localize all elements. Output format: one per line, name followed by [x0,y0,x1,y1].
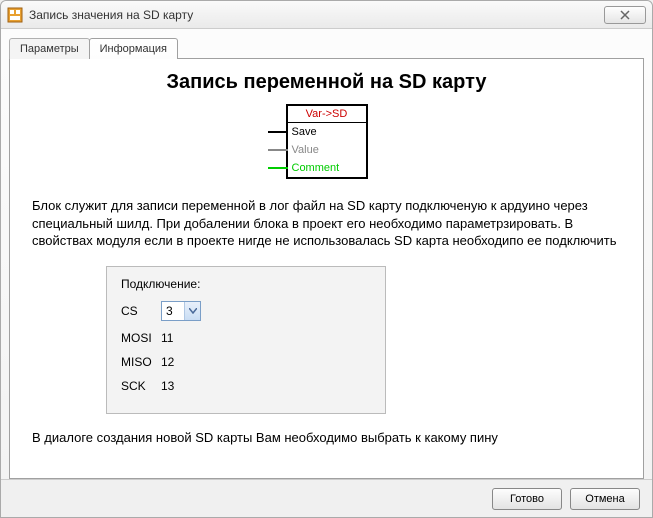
block-pin-comment: Comment [288,159,366,177]
pin-label-comment: Comment [288,162,340,174]
conn-value-mosi: 11 [161,331,191,345]
titlebar: Запись значения на SD карту [1,1,652,29]
description-text: Блок служит для записи переменной в лог … [26,197,627,250]
tab-content: Запись переменной на SD карту Var->SD Sa… [9,58,644,479]
ready-button[interactable]: Готово [492,488,562,510]
tabs-container: Параметры Информация [1,29,652,58]
pin-line-icon [268,131,288,133]
conn-row-miso: MISO 12 [121,355,371,369]
button-bar: Готово Отмена [1,479,652,517]
dialog-window: Запись значения на SD карту Параметры Ин… [0,0,653,518]
connection-panel: Подключение: CS 3 MOSI 11 MISO 12 SCK [106,266,386,414]
conn-row-cs: CS 3 [121,301,371,321]
pin-label-save: Save [288,126,317,138]
block-header: Var->SD [288,106,366,122]
conn-label-sck: SCK [121,379,161,393]
window-title: Запись значения на SD карту [29,8,604,22]
cancel-button[interactable]: Отмена [570,488,640,510]
app-icon [7,7,23,23]
block-pin-value: Value [288,141,366,159]
tab-params[interactable]: Параметры [9,38,90,59]
conn-label-cs: CS [121,304,161,318]
block-diagram: Var->SD Save Value Comment [26,104,627,179]
footer-text: В диалоге создания новой SD карты Вам не… [26,414,627,445]
conn-label-mosi: MOSI [121,331,161,345]
connection-title: Подключение: [121,277,371,291]
pin-line-icon [268,149,288,151]
tab-info[interactable]: Информация [89,38,178,59]
page-title: Запись переменной на SD карту [26,71,627,94]
conn-value-sck: 13 [161,379,191,393]
close-button[interactable] [604,6,646,24]
cs-select-value: 3 [162,304,184,318]
block-pin-save: Save [288,123,366,141]
conn-row-sck: SCK 13 [121,379,371,393]
chevron-down-icon[interactable] [184,302,200,320]
conn-label-miso: MISO [121,355,161,369]
tab-strip: Параметры Информация [9,38,644,59]
block-box: Var->SD Save Value Comment [286,104,368,179]
pin-line-icon [268,167,288,169]
conn-row-mosi: MOSI 11 [121,331,371,345]
pin-label-value: Value [288,144,319,156]
conn-value-miso: 12 [161,355,191,369]
cs-select[interactable]: 3 [161,301,201,321]
